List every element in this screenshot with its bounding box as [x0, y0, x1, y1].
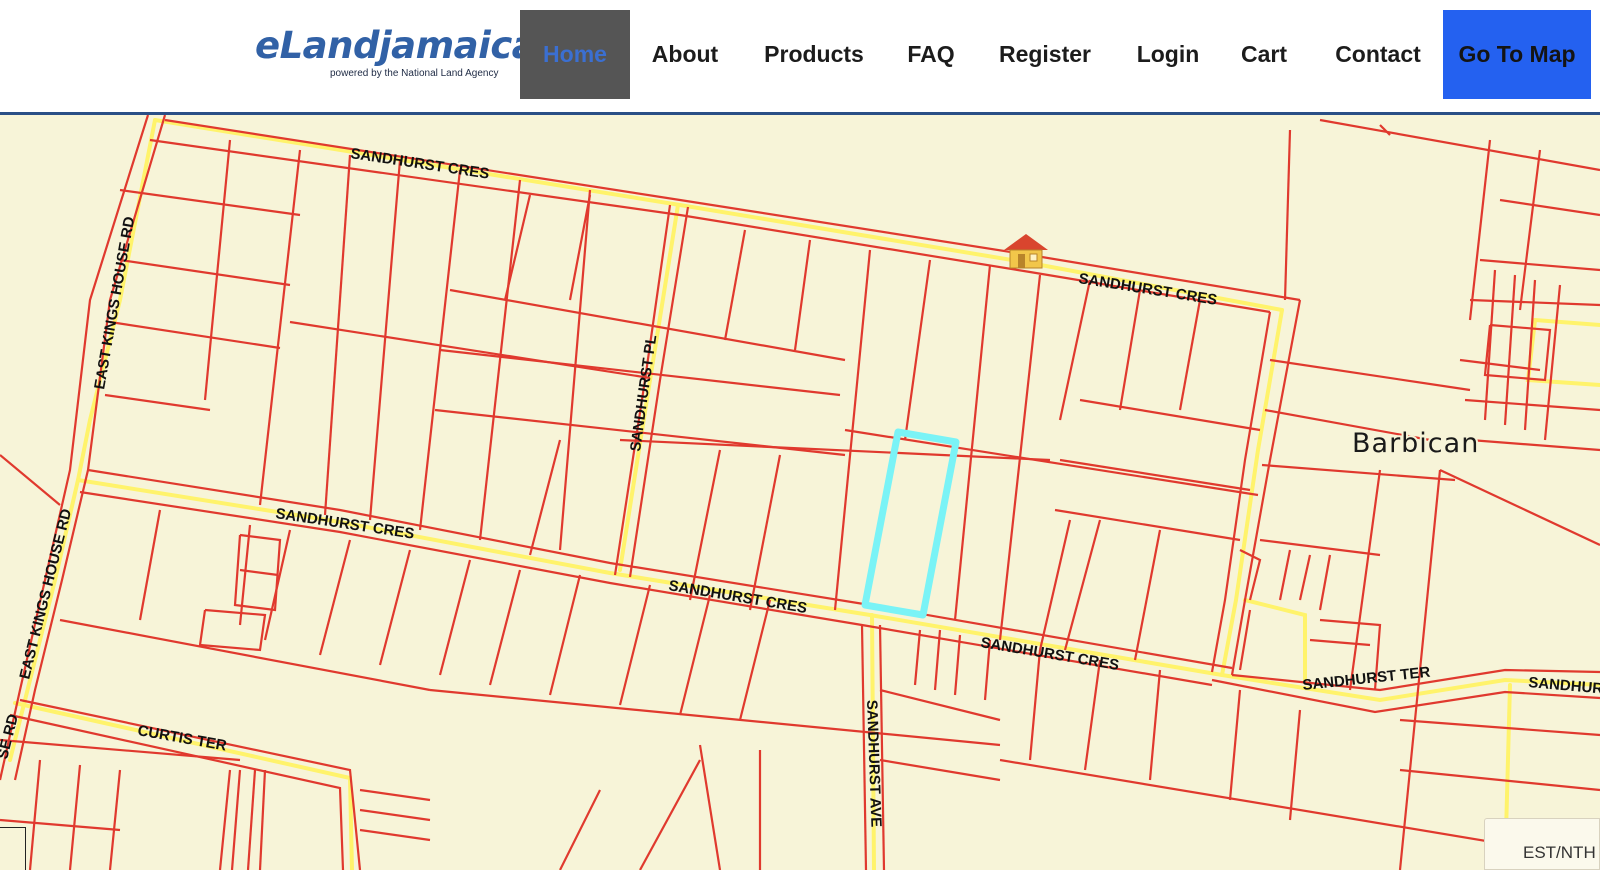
nav-faq[interactable]: FAQ [895, 10, 967, 99]
parcel-map[interactable]: SANDHURST CRES SANDHURST CRES SANDHURST … [0, 115, 1600, 870]
site-header: eLandjamaica powered by the National Lan… [0, 0, 1600, 115]
nav-cart[interactable]: Cart [1230, 10, 1298, 99]
place-label-barbican: Barbican [1352, 428, 1479, 459]
logo-wordmark: eLandjamaica [255, 24, 537, 67]
nav-products[interactable]: Products [750, 10, 878, 99]
logo-tagline: powered by the National Land Agency [330, 68, 499, 79]
nav-home[interactable]: Home [520, 10, 630, 99]
coordinate-readout: EST/NTH [1484, 818, 1600, 870]
map-canvas[interactable]: SANDHURST CRES SANDHURST CRES SANDHURST … [0, 115, 1600, 870]
nav-login[interactable]: Login [1125, 10, 1211, 99]
map-background [0, 115, 1600, 870]
nav-register[interactable]: Register [990, 10, 1100, 99]
map-scale-corner [0, 827, 26, 870]
nav-contact[interactable]: Contact [1318, 10, 1438, 99]
nav-about[interactable]: About [630, 10, 740, 99]
go-to-map-button[interactable]: Go To Map [1443, 10, 1591, 99]
elandjamaica-logo[interactable]: eLandjamaica powered by the National Lan… [255, 24, 537, 80]
